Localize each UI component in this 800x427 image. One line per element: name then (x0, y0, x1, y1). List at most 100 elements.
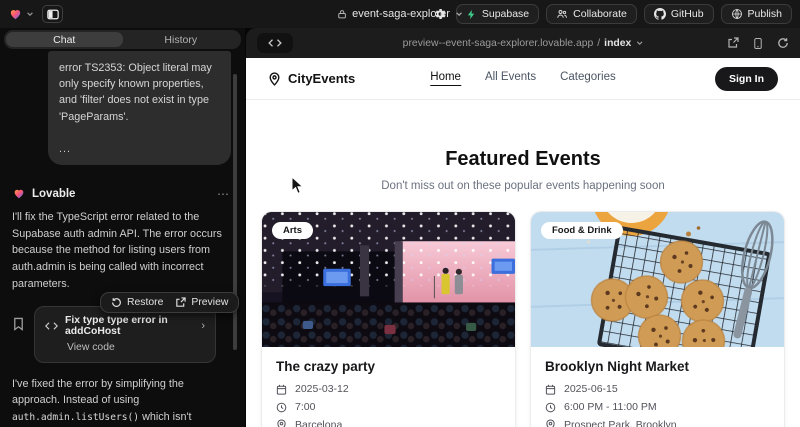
event-time: 7:00 (295, 401, 315, 413)
url-divider: / (597, 38, 600, 49)
url-path: index (604, 38, 631, 49)
event-time: 6:00 PM - 11:00 PM (564, 401, 657, 413)
code-view-toggle[interactable] (257, 33, 293, 53)
chevron-down-icon (26, 10, 34, 18)
lovable-heart-icon (8, 7, 23, 21)
clock-icon (545, 402, 556, 413)
sidebar-toggle-button[interactable] (42, 5, 63, 23)
site-nav: Home All Events Categories (430, 71, 615, 86)
restore-icon (111, 297, 122, 308)
collaborate-label: Collaborate (573, 8, 627, 20)
event-title: The crazy party (276, 359, 501, 374)
panel-icon (47, 9, 59, 20)
fix-card-title: Fix type type error in addCoHost (65, 315, 194, 337)
globe-icon (731, 8, 743, 20)
users-icon (556, 8, 568, 20)
preview-label: Preview (191, 297, 228, 308)
signin-button[interactable]: Sign In (715, 67, 778, 91)
event-card-body: The crazy party 2025-03-12 7:00 Barcelon… (262, 347, 515, 427)
preview-panel: preview--event-saga-explorer.lovable.app… (246, 28, 800, 427)
chevron-down-icon (455, 10, 463, 18)
nav-categories[interactable]: Categories (560, 71, 616, 86)
collaborate-button[interactable]: Collaborate (546, 4, 637, 24)
chat-panel: Chat History error TS2353: Object litera… (0, 28, 245, 427)
hero-section: Featured Events Don't miss out on these … (246, 148, 800, 192)
message-menu-button[interactable]: ⋯ (213, 187, 233, 201)
user-message-bubble: error TS2353: Object literal may only sp… (48, 51, 231, 165)
event-date-row: 2025-03-12 (276, 383, 501, 395)
brand-name: CityEvents (288, 71, 355, 86)
site-header: CityEvents Home All Events Categories Si… (246, 58, 800, 100)
github-button[interactable]: GitHub (644, 4, 714, 24)
supabase-label: Supabase (482, 8, 529, 20)
event-date: 2025-03-12 (295, 383, 349, 395)
inline-code: auth.admin.listUsers() (12, 412, 139, 423)
tab-chat[interactable]: Chat (6, 32, 123, 47)
mobile-view-button[interactable] (753, 37, 763, 50)
event-title: Brooklyn Night Market (545, 359, 770, 374)
event-location: Barcelona (295, 419, 342, 427)
supabase-button[interactable]: Supabase (456, 4, 539, 24)
message-actions: Restore Preview (100, 292, 239, 313)
url-host: preview--event-saga-explorer.lovable.app (403, 38, 594, 49)
clock-icon (276, 402, 287, 413)
map-pin-icon (268, 72, 281, 86)
event-location: Prospect Park, Brooklyn (564, 419, 677, 427)
message-truncation[interactable]: ... (59, 141, 220, 157)
github-label: GitHub (671, 8, 704, 20)
event-date-row: 2025-06-15 (545, 383, 770, 395)
event-image-food: Food & Drink (531, 212, 784, 347)
event-time-row: 6:00 PM - 11:00 PM (545, 401, 770, 413)
fix-card[interactable]: Fix type type error in addCoHost › View … (34, 306, 216, 363)
event-date: 2025-06-15 (564, 383, 618, 395)
event-cards: Arts The crazy party 2025-03-12 7:00 (246, 212, 800, 427)
preview-button[interactable]: Preview (175, 297, 228, 308)
code-icon (45, 321, 58, 331)
restore-button[interactable]: Restore (111, 297, 163, 308)
event-card-arts[interactable]: Arts The crazy party 2025-03-12 7:00 (262, 212, 515, 427)
nav-all-events[interactable]: All Events (485, 71, 536, 86)
bookmark-icon[interactable] (12, 317, 25, 331)
code-icon (268, 38, 282, 48)
section-title: Featured Events (246, 148, 800, 171)
nav-home[interactable]: Home (430, 71, 461, 86)
lovable-menu[interactable] (8, 7, 34, 21)
assistant-outro: I've fixed the error by simplifying the … (12, 376, 231, 427)
browser-actions (727, 37, 789, 50)
refresh-button[interactable] (777, 37, 789, 49)
topbar: event-saga-explorer Supabase Collaborate… (0, 0, 800, 28)
map-pin-icon (276, 419, 287, 427)
tab-history[interactable]: History (123, 32, 240, 47)
chevron-right-icon: › (201, 320, 205, 332)
event-card-food[interactable]: Food & Drink Brooklyn Night Market 2025-… (531, 212, 784, 427)
external-link-icon (727, 37, 739, 49)
event-card-body: Brooklyn Night Market 2025-06-15 6:00 PM… (531, 347, 784, 427)
chat-tabs: Chat History (4, 30, 241, 49)
assistant-header: Lovable ⋯ (12, 187, 233, 201)
view-code-link[interactable]: View code (67, 342, 205, 353)
user-message-text: error TS2353: Object literal may only sp… (59, 60, 220, 125)
github-icon (654, 8, 666, 20)
section-subtitle: Don't miss out on these popular events h… (246, 180, 800, 192)
calendar-icon (545, 384, 556, 395)
map-pin-icon (545, 419, 556, 427)
category-badge: Food & Drink (541, 222, 623, 239)
external-link-icon (175, 297, 186, 308)
project-name: event-saga-explorer (352, 8, 450, 20)
publish-button[interactable]: Publish (721, 4, 792, 24)
topbar-actions: Supabase Collaborate GitHub Publish (431, 4, 792, 24)
assistant-name: Lovable (32, 188, 75, 200)
lovable-heart-icon (12, 187, 26, 200)
event-time-row: 7:00 (276, 401, 501, 413)
refresh-icon (777, 37, 789, 49)
url-bar[interactable]: preview--event-saga-explorer.lovable.app… (403, 38, 644, 49)
open-external-button[interactable] (727, 37, 739, 49)
chevron-down-icon (635, 39, 643, 47)
supabase-bolt-icon (466, 9, 477, 20)
event-location-row: Barcelona (276, 419, 501, 427)
event-location-row: Prospect Park, Brooklyn (545, 419, 770, 427)
category-badge: Arts (272, 222, 313, 239)
site-brand[interactable]: CityEvents (268, 71, 355, 86)
assistant-intro: I'll fix the TypeScript error related to… (12, 209, 231, 293)
project-switcher[interactable]: event-saga-explorer (337, 8, 463, 20)
